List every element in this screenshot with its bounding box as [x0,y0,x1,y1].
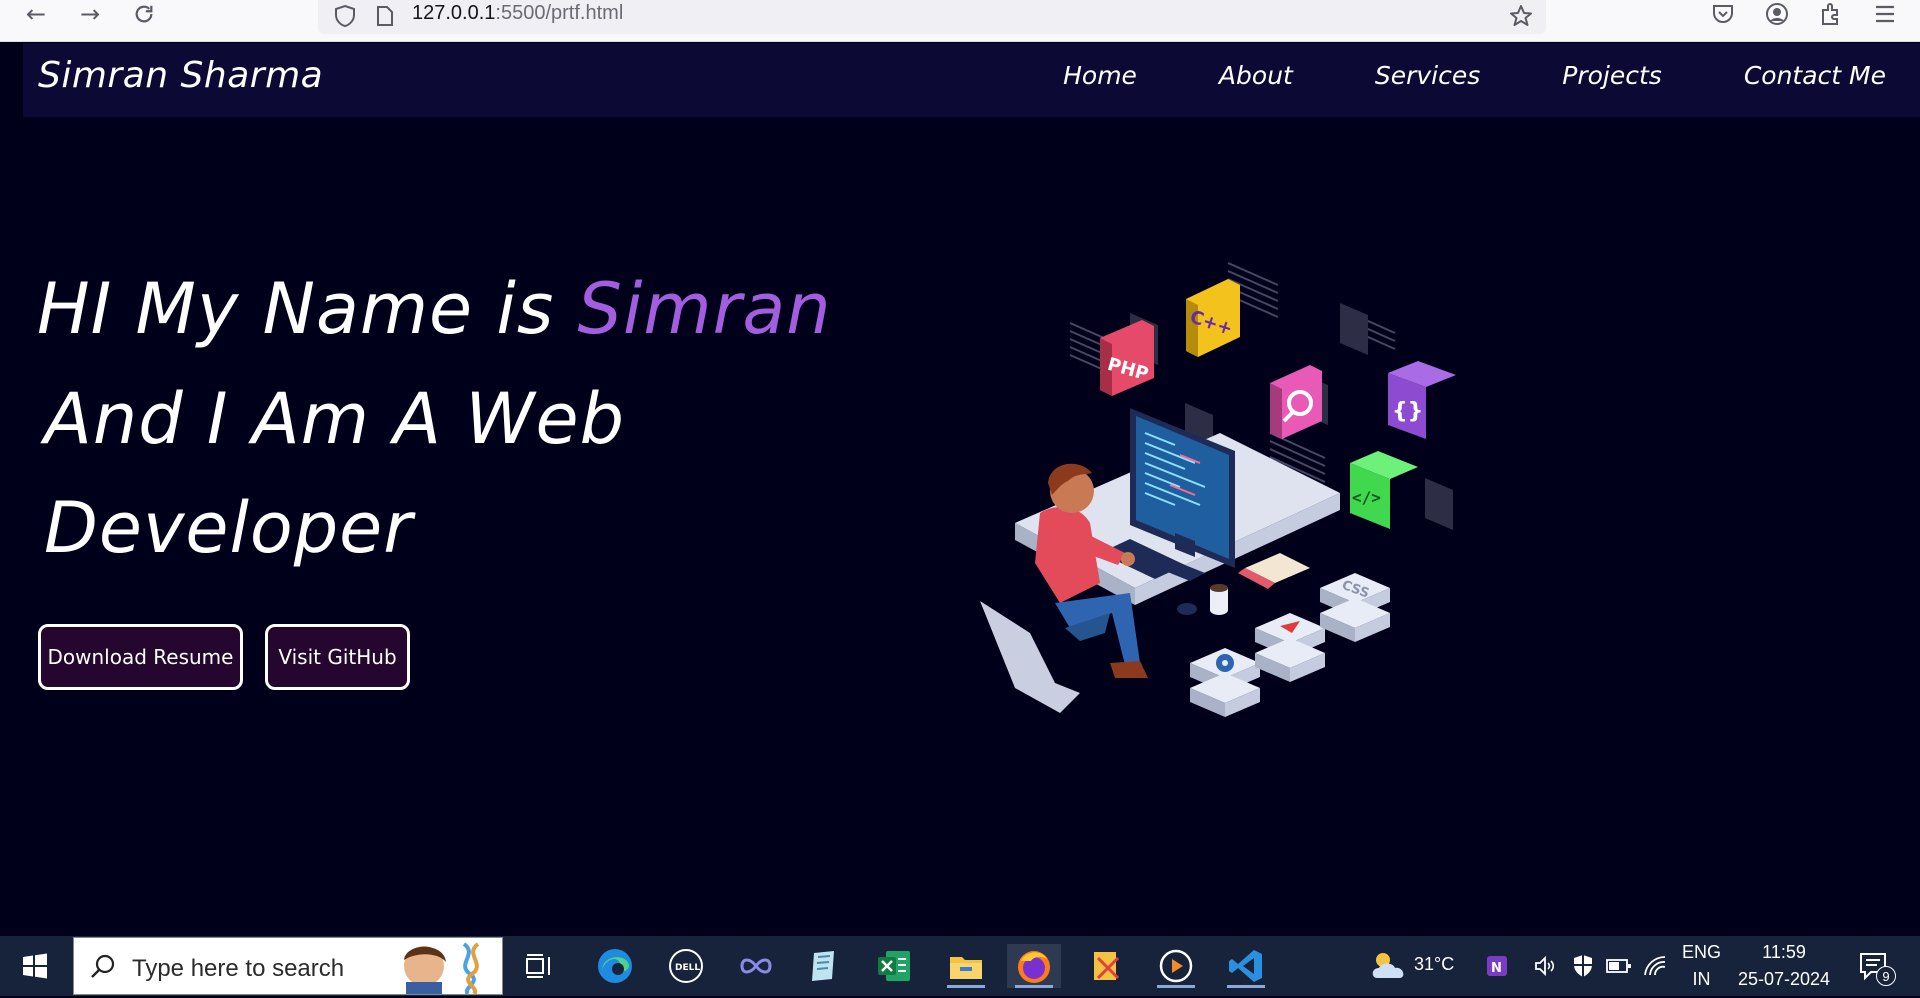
hero-name-accent: Simran [577,268,832,350]
site-brand[interactable]: Simran Sharma [38,55,323,96]
task-view-icon[interactable] [512,944,566,988]
nav-links: Home About Services Projects Contact Me [981,61,1920,90]
svg-text:DELL: DELL [675,963,700,973]
language-indicator[interactable]: ENG IN [1682,942,1721,990]
region-code: IN [1692,969,1711,989]
battery-icon[interactable] [1604,944,1634,988]
snipping-tool-icon[interactable] [1079,944,1133,988]
edge-browser-icon[interactable] [588,944,642,988]
page-icon [370,2,400,30]
clock-time: 11:59 [1762,942,1806,962]
nav-link-contact[interactable]: Contact Me [1744,61,1886,90]
back-icon[interactable]: ← [16,0,56,28]
wifi-icon[interactable] [1640,944,1670,988]
infinity-app-icon[interactable] [729,944,783,988]
security-shield-icon[interactable] [1568,944,1598,988]
weather-temperature[interactable]: 31°C [1414,954,1454,975]
media-player-open-indicator [1157,985,1195,988]
excel-icon[interactable] [867,944,921,988]
visit-github-button[interactable]: Visit GitHub [265,624,410,690]
forward-icon[interactable]: → [70,0,110,28]
file-explorer-icon[interactable] [939,944,993,988]
menu-icon[interactable] [1870,0,1900,28]
firefox-active-indicator [1015,985,1053,988]
vscode-open-indicator [1227,985,1265,988]
shield-icon[interactable] [330,2,360,30]
firefox-icon[interactable] [1007,944,1061,988]
clock[interactable]: 11:59 25-07-2024 [1734,942,1834,990]
address-bar[interactable]: 127.0.0.1:5500/prtf.html [318,0,1546,34]
url-text[interactable]: 127.0.0.1:5500/prtf.html [412,2,623,25]
nav-link-home[interactable]: Home [1063,61,1137,90]
windows-taskbar: Type here to search DELL 31°C N ENG IN 1… [0,936,1920,996]
explorer-open-indicator [947,985,985,988]
browser-toolbar: ← → 127.0.0.1:5500/prtf.html [0,0,1920,42]
hero-heading-line1: HI My Name is Simran [37,268,832,350]
vscode-icon[interactable] [1219,944,1273,988]
pocket-icon[interactable] [1708,0,1738,28]
url-path: :5500/prtf.html [495,2,624,24]
code-tile-label: </> [1352,488,1381,507]
svg-text:N: N [1491,961,1502,976]
media-player-icon[interactable] [1149,944,1203,988]
braces-tile-label: {} [1392,399,1423,424]
taskbar-search-box[interactable]: Type here to search [73,937,503,996]
bookmark-star-icon[interactable] [1506,2,1536,30]
clock-date: 25-07-2024 [1737,969,1831,989]
search-highlight-icon [386,940,496,996]
onenote-tray-icon[interactable]: N [1482,944,1512,988]
search-tile [1270,365,1322,439]
braces-tile: {} [1388,361,1456,439]
portfolio-page: Simran Sharma Home About Services Projec… [0,43,1920,936]
account-icon[interactable] [1762,0,1792,28]
extensions-icon[interactable] [1816,0,1846,28]
download-resume-button[interactable]: Download Resume [38,624,243,690]
hero-heading-line3: Developer [44,487,414,569]
cpp-tile: C++ [1186,279,1240,357]
windows-start-icon[interactable] [8,944,62,988]
code-tile: </> [1350,451,1418,529]
notification-count-badge: 9 [1876,966,1896,986]
notebook-app-icon[interactable] [797,944,851,988]
site-navbar: Simran Sharma Home About Services Projec… [23,43,1920,117]
hero-greeting: HI My Name is [37,268,578,350]
nav-link-services[interactable]: Services [1375,61,1480,90]
search-placeholder: Type here to search [132,955,345,982]
nav-link-about[interactable]: About [1219,61,1293,90]
reload-icon[interactable] [124,0,164,28]
volume-icon[interactable] [1530,944,1560,988]
url-host: 127.0.0.1 [412,2,496,24]
php-tile: PHP [1100,320,1154,396]
nav-link-projects[interactable]: Projects [1562,61,1662,90]
developer-illustration: PHP C++ {} </> CSS [980,262,1456,717]
notification-center-icon[interactable]: 9 [1846,944,1900,988]
hero-heading-line2: And I Am A Web [44,378,626,460]
weather-icon[interactable] [1362,944,1416,988]
language-code: ENG [1682,942,1722,962]
dell-icon[interactable]: DELL [659,944,713,988]
search-icon [90,954,116,984]
